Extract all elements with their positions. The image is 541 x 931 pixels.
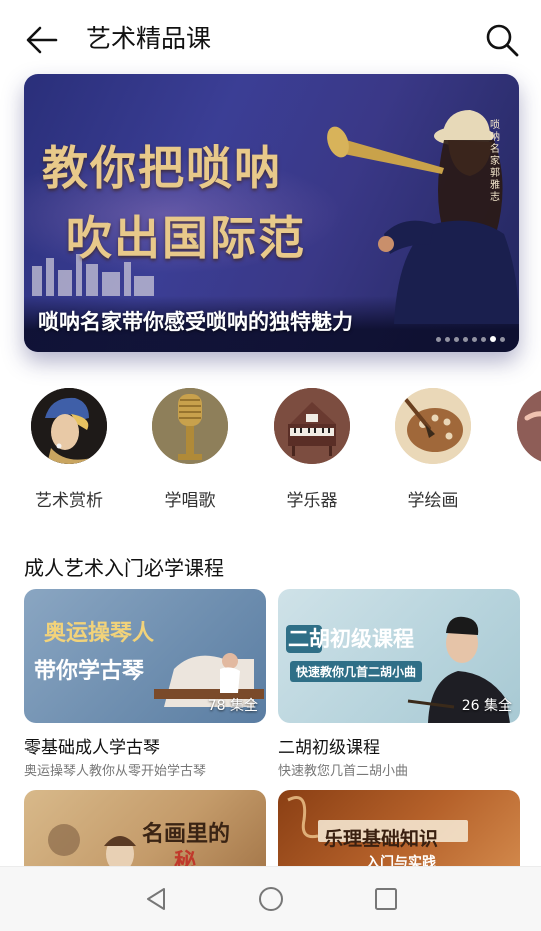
carousel-indicator [436,336,505,342]
carousel-dot [472,336,477,342]
carousel-dot-active [490,336,496,342]
course-description: 奥运操琴人教你从零开始学古琴 [24,764,207,779]
category-row: 艺术赏析 学唱歌 学乐器 学绘画 [0,388,541,518]
carousel-dot [463,336,468,342]
microphone-icon [152,388,228,464]
category-label: 学绘画 [407,491,459,511]
course-description: 快速教您几首二胡小曲 [278,764,409,779]
circle-home-icon [259,887,283,911]
course-card[interactable]: 奥运操琴人 带你学古琴 78 集全 零基础成人学古琴 奥运操琴人教你从零开始学古… [24,589,266,779]
thumbnail-title-line2: 秘 [174,849,197,866]
category-instruments[interactable]: 学乐器 [257,388,367,511]
episode-count: 78 集全 [207,698,258,714]
page-title: 艺术精品课 [86,24,212,53]
search-icon [486,24,519,57]
category-label: 学唱歌 [164,491,216,511]
category-painting[interactable]: 学绘画 [378,388,488,511]
palette-icon [395,388,471,464]
course-thumbnail: 名画里的 秘 [24,790,266,866]
course-card[interactable]: 名画里的 秘 [24,790,266,866]
pearl-earring-portrait-icon [31,388,107,464]
thumbnail-title-line2: 带你学古琴 [34,658,145,684]
category-dance[interactable]: 学 [500,388,541,511]
nav-recent-button[interactable] [368,881,404,917]
banner-headline-line1: 教你把唢呐 [42,141,282,195]
course-card[interactable]: 乐理基础知识 入门与实践 [278,790,520,866]
carousel-dot [436,336,441,342]
piano-icon [274,388,350,464]
carousel-dot [445,336,450,342]
section-title: 成人艺术入门必学课程 [24,556,224,580]
category-label: 学乐器 [286,491,338,511]
episode-count: 26 集全 [461,698,512,714]
category-label: 艺术赏析 [35,491,103,511]
course-name: 零基础成人学古琴 [24,738,160,758]
system-navigation-bar [0,866,541,931]
nav-back-button[interactable] [138,881,174,917]
thumbnail-title-line2: 快速教你几首二胡小曲 [290,661,423,682]
course-thumbnail: 奥运操琴人 带你学古琴 78 集全 [24,589,266,723]
banner-headline-line2: 吹出国际范 [66,211,306,265]
thumbnail-title-line1: 二胡初级课程 [288,626,414,651]
promo-banner[interactable]: 教你把唢呐 吹出国际范 唢呐名家郭雅志 唢呐名家带你感受唢呐的独特魅力 [24,74,519,352]
course-card[interactable]: 二胡初级课程 快速教你几首二胡小曲 26 集全 二胡初级课程 快速教您几首二胡小… [278,589,520,779]
course-thumbnail: 乐理基础知识 入门与实践 [278,790,520,866]
nav-home-button[interactable] [253,881,289,917]
banner-side-text: 唢呐名家郭雅志 [490,120,500,203]
carousel-dot [481,336,486,342]
carousel-dot [454,336,459,342]
thumbnail-title-line2: 入门与实践 [366,855,436,866]
carousel-dot [500,336,505,342]
top-bar: 艺术精品课 [0,0,541,74]
course-name: 二胡初级课程 [278,738,380,758]
course-thumbnail: 二胡初级课程 快速教你几首二胡小曲 26 集全 [278,589,520,723]
banner-caption: 唢呐名家带你感受唢呐的独特魅力 [38,310,353,334]
search-button[interactable] [480,18,524,62]
triangle-back-icon [147,888,165,910]
thumbnail-title-line1: 奥运操琴人 [44,620,155,646]
square-recent-icon [375,888,397,910]
thumbnail-title-line1: 乐理基础知识 [324,828,439,850]
arrow-left-icon [26,26,58,54]
category-label: 学 [500,486,541,511]
back-button[interactable] [22,20,62,60]
dance-icon [517,388,541,464]
category-art-appreciation[interactable]: 艺术赏析 [14,388,124,511]
category-singing[interactable]: 学唱歌 [135,388,245,511]
